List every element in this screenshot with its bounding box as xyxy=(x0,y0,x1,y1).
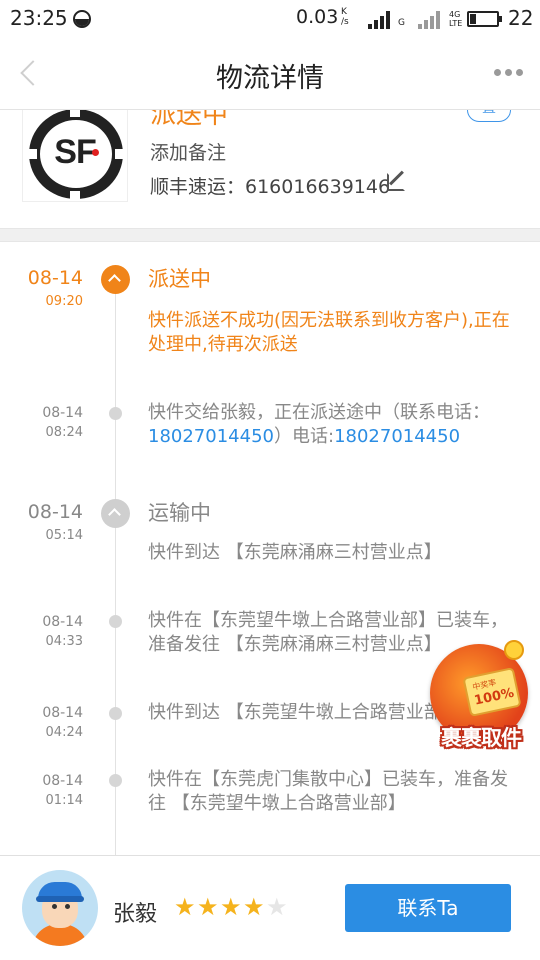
promo-label: 裹裹取件 xyxy=(441,726,522,750)
event-date: 08-14 xyxy=(42,705,83,721)
event-date: 08-14 xyxy=(42,614,83,630)
event-date: 08-14 xyxy=(42,773,83,789)
event-time: 04:24 xyxy=(45,725,83,740)
sf-express-logo: SF xyxy=(22,110,128,202)
network-type-g: G xyxy=(398,18,405,28)
network-speed: 0.03 xyxy=(296,6,339,28)
more-menu-icon[interactable] xyxy=(494,69,524,77)
event-text: 快件到达 【东莞麻涌麻三村营业点】 xyxy=(148,542,442,563)
title-bar: 物流详情 xyxy=(0,38,540,110)
event-time: 08:24 xyxy=(45,425,83,440)
battery-level: 22 xyxy=(508,6,534,30)
courier-bar: 张毅 ★ ★ ★ ★ ★ 联系Ta xyxy=(0,855,540,960)
tracking-timeline: 08-14 09:20 派送中 快件派送不成功(因无法联系到收方客户),正在处理… xyxy=(0,243,540,855)
network-type-4g: 4G LTE xyxy=(449,10,463,28)
package-info: SF 派送中 置 添加备注 顺丰速运：616016639146 xyxy=(0,110,540,228)
collapse-chevron-icon[interactable] xyxy=(101,265,130,294)
courier-avatar xyxy=(22,870,98,946)
add-note-link[interactable]: 添加备注 xyxy=(150,138,226,165)
event-time: 09:20 xyxy=(45,294,83,309)
event-text: 快件在【东莞虎门集散中心】已装车，准备发往 【东莞望牛墩上合路营业部】 xyxy=(148,769,508,814)
event-date: 08-14 xyxy=(42,405,83,421)
event-date: 08-14 xyxy=(27,501,83,523)
star-filled-icon: ★ xyxy=(197,893,219,921)
package-status: 派送中 xyxy=(150,110,229,130)
star-filled-icon: ★ xyxy=(174,893,196,921)
event-text: 快件派送不成功(因无法联系到收方客户),正在处理中,待再次派送 xyxy=(148,310,510,355)
event-time: 01:14 xyxy=(45,793,83,808)
coin-icon xyxy=(504,640,524,660)
collapse-chevron-icon[interactable] xyxy=(101,499,130,528)
tracking-number: 顺丰速运：616016639146 xyxy=(150,176,391,198)
signal-icon-2 xyxy=(418,11,444,29)
timeline-dot xyxy=(109,707,122,720)
star-filled-icon: ★ xyxy=(243,893,265,921)
star-filled-icon: ★ xyxy=(220,893,242,921)
event-title: 派送中 xyxy=(148,267,211,291)
event-title: 运输中 xyxy=(148,501,211,525)
timeline-dot xyxy=(109,407,122,420)
status-time: 23:25 xyxy=(10,6,68,30)
timeline-dot xyxy=(109,615,122,628)
event-time: 05:14 xyxy=(45,528,83,543)
event-text: 快件交给张毅，正在派送途中（联系电话：18027014450）电话:180270… xyxy=(148,402,490,447)
status-bar: 23:25 0.03 K/s G 4G LTE 22 xyxy=(0,0,540,38)
edit-icon[interactable] xyxy=(387,173,405,191)
courier-name: 张毅 xyxy=(113,902,158,927)
phone-link[interactable]: 18027014450 xyxy=(334,426,460,447)
phone-link[interactable]: 18027014450 xyxy=(148,426,274,447)
signal-icon xyxy=(368,11,394,29)
page-title: 物流详情 xyxy=(216,63,324,94)
contact-courier-button[interactable]: 联系Ta xyxy=(345,884,511,932)
star-empty-icon: ★ xyxy=(266,893,288,921)
event-date: 08-14 xyxy=(27,267,83,289)
network-speed-unit: K/s xyxy=(341,7,349,27)
pin-tag-button[interactable]: 置 xyxy=(467,110,511,122)
guoguo-pickup-badge[interactable]: 中奖率 100% 裹裹取件 xyxy=(428,640,534,762)
section-divider xyxy=(0,228,540,242)
event-time: 04:33 xyxy=(45,634,83,649)
timeline-line xyxy=(115,281,116,855)
timeline-dot xyxy=(109,774,122,787)
battery-icon xyxy=(467,11,502,27)
data-saver-icon xyxy=(73,10,91,28)
